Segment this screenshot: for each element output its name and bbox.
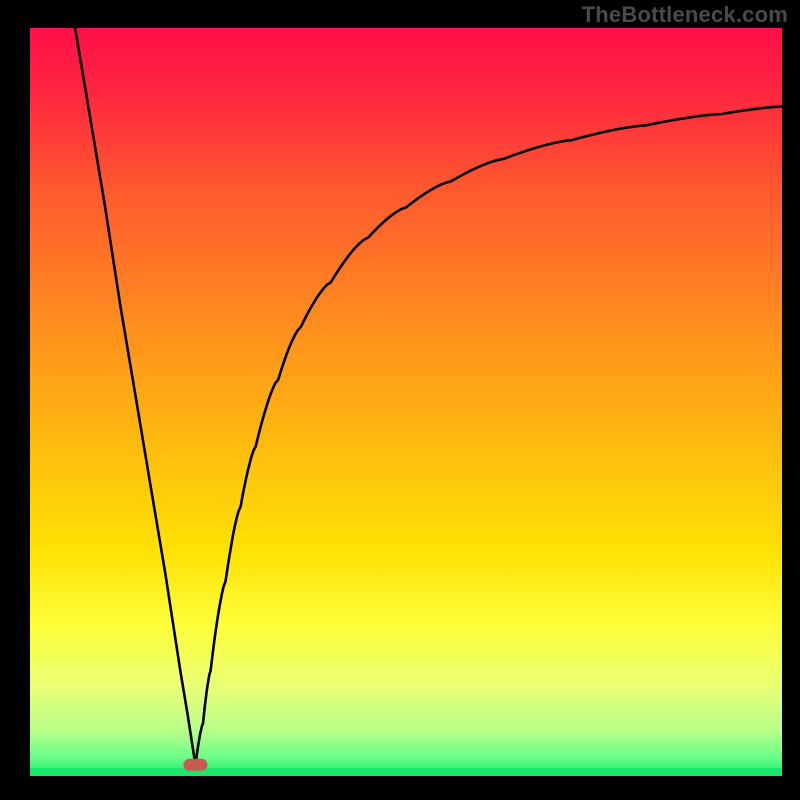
minimum-marker bbox=[183, 759, 207, 771]
chart-frame: TheBottleneck.com bbox=[0, 0, 800, 800]
baseline-strip bbox=[30, 768, 782, 776]
plot-background bbox=[30, 28, 782, 776]
bottleneck-curve-chart bbox=[0, 0, 800, 800]
watermark-text: TheBottleneck.com bbox=[582, 2, 788, 28]
